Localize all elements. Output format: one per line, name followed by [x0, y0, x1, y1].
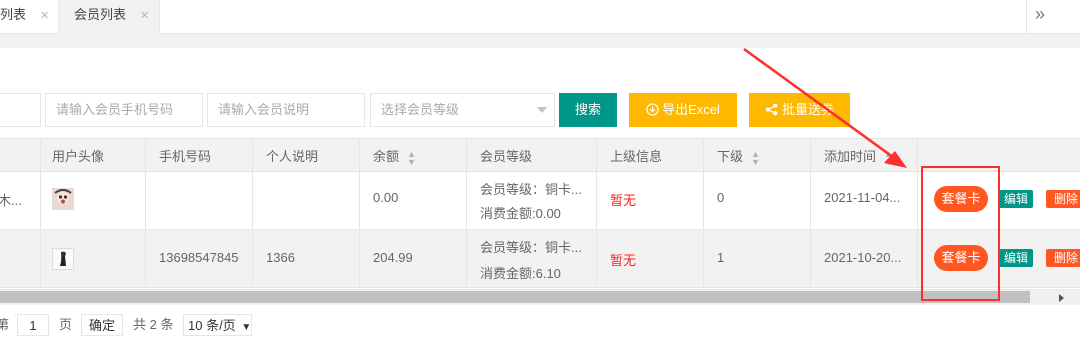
annotation-arrow-icon — [743, 47, 907, 168]
